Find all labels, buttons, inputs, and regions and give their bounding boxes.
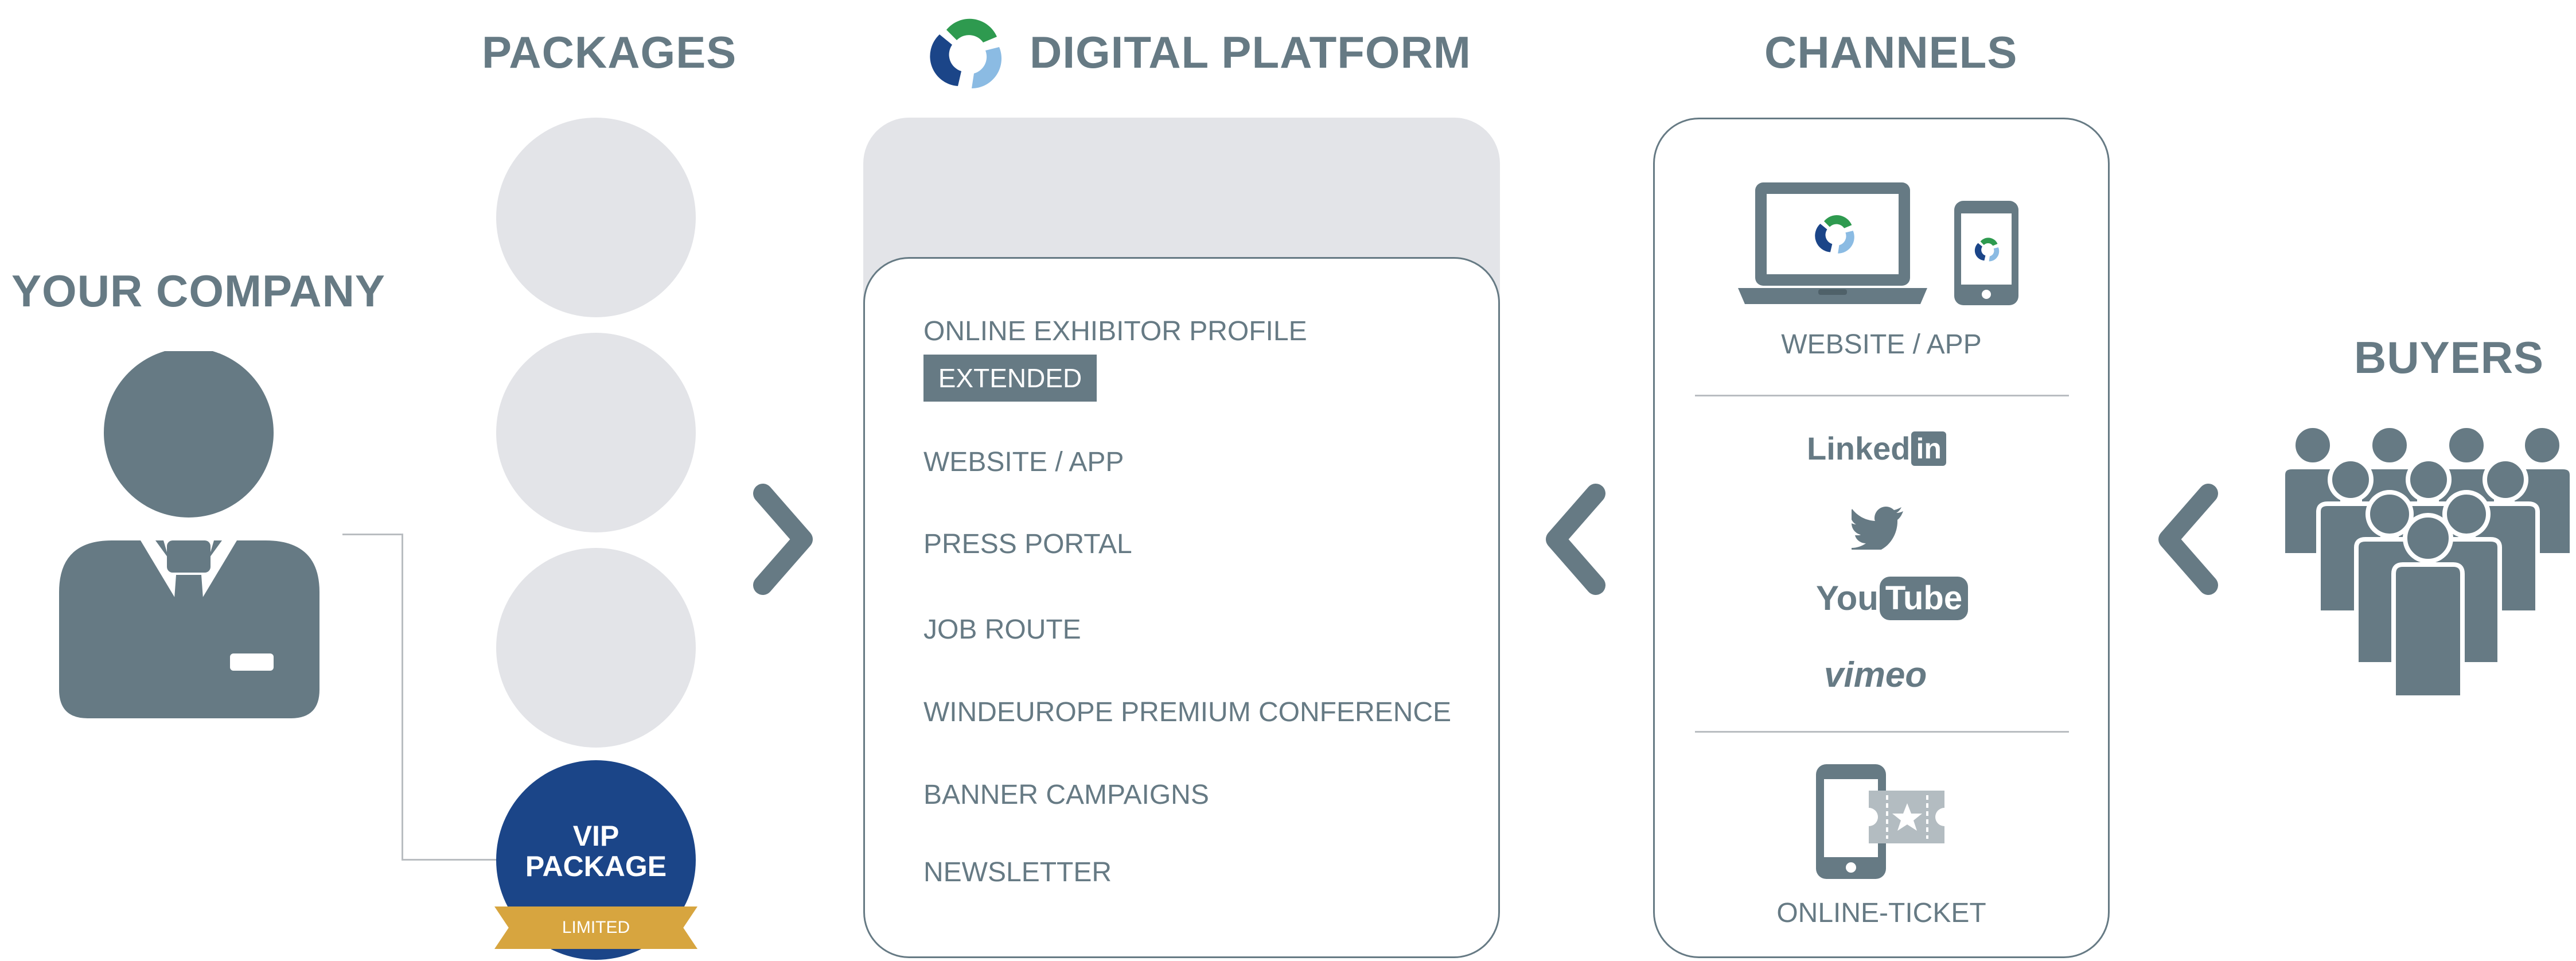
vip-label-line1: VIP (572, 820, 619, 852)
channel-divider-top (1695, 395, 2069, 396)
smartphone-icon (1954, 201, 2018, 305)
digital-platform-heading: DIGITAL PLATFORM (1030, 27, 1471, 77)
limited-ribbon: LIMITED (494, 906, 697, 949)
chevron-left-icon (1546, 484, 1605, 595)
connector-line-horizontal-top (342, 534, 403, 535)
item-banner-campaigns: BANNER CAMPAIGNS (923, 780, 1209, 810)
youtube-text: You (1816, 579, 1879, 617)
chevron-right-icon (753, 484, 813, 595)
chevron-left-icon (2158, 484, 2218, 595)
youtube-logo: You Tube (1816, 577, 1969, 624)
item-press-portal: PRESS PORTAL (923, 529, 1132, 559)
channel-online-ticket-label: ONLINE-TICKET (1776, 898, 1986, 928)
package-circle (496, 118, 696, 317)
channel-divider-bottom (1695, 731, 2069, 733)
package-circle (496, 333, 696, 532)
ribbon-label: LIMITED (562, 918, 630, 937)
connector-line-horizontal-bottom (402, 859, 508, 861)
your-company-heading: YOUR COMPANY (11, 266, 385, 316)
extended-badge: EXTENDED (923, 355, 1097, 402)
packages-heading: PACKAGES (482, 27, 737, 77)
item-website-app: WEBSITE / APP (923, 447, 1124, 477)
vip-label-line2: PACKAGE (525, 850, 667, 882)
channel-website-app-label: WEBSITE / APP (1781, 329, 1982, 360)
buyers-heading: BUYERS (2354, 332, 2544, 383)
connector-line-vertical (402, 534, 403, 861)
channels-heading: CHANNELS (1764, 27, 2018, 77)
ticket-icon (1869, 791, 1944, 843)
swirl-logo-icon (930, 18, 1001, 88)
linkedin-logo: Linked in (1807, 431, 1946, 468)
item-job-route: JOB ROUTE (923, 614, 1081, 645)
item-online-exhibitor-profile: ONLINE EXHIBITOR PROFILE (923, 316, 1307, 347)
laptop-icon (1738, 182, 1927, 304)
twitter-bird-icon (1852, 507, 1903, 550)
package-circle (496, 548, 696, 748)
vimeo-logo: vimeo (1824, 655, 1927, 695)
businessman-icon (59, 351, 319, 718)
item-premium-conference: WINDEUROPE PREMIUM CONFERENCE (923, 697, 1452, 727)
linkedin-text: Linked (1807, 430, 1911, 466)
linkedin-badge: in (1911, 431, 1946, 466)
crowd-icon (2281, 423, 2574, 699)
item-newsletter: NEWSLETTER (923, 857, 1112, 888)
youtube-badge: Tube (1879, 577, 1969, 620)
